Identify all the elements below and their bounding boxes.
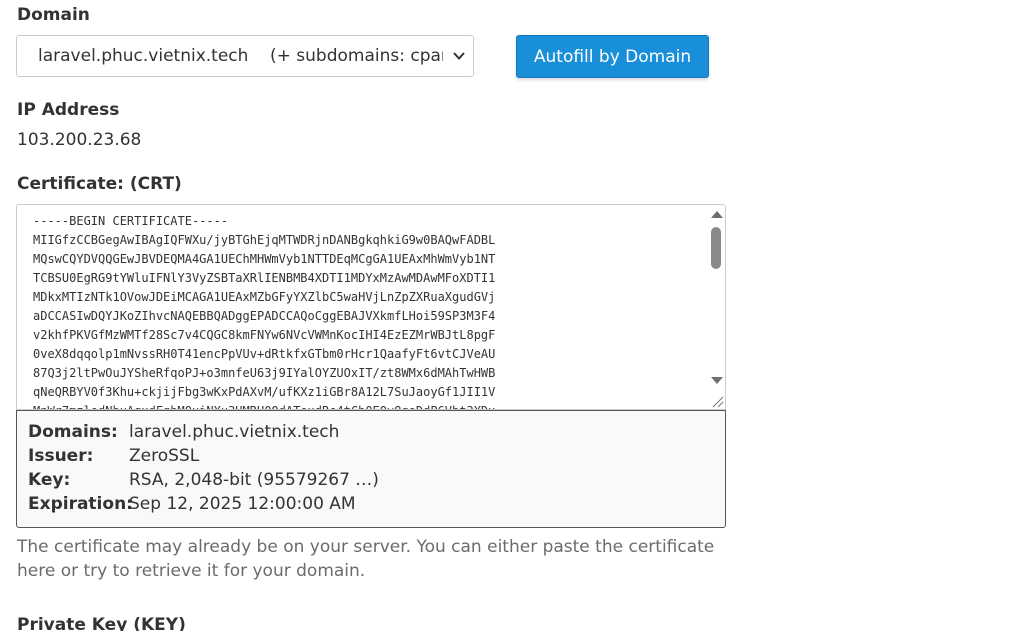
- domain-select[interactable]: laravel.phuc.vietnix.tech (+ subdomains:…: [16, 35, 474, 77]
- chevron-down-icon: [453, 52, 465, 60]
- certificate-info-panel: Domains: laravel.phuc.vietnix.tech Issue…: [16, 410, 726, 528]
- cert-expiration-label: Expiration:: [28, 494, 133, 514]
- ip-address-value: 103.200.23.68: [17, 130, 142, 150]
- certificate-label: Certificate: (CRT): [17, 174, 182, 194]
- scroll-down-arrow-icon[interactable]: [711, 377, 723, 384]
- certificate-scrollbar[interactable]: [708, 205, 725, 409]
- resize-handle-icon[interactable]: [710, 394, 724, 408]
- certificate-textarea[interactable]: -----BEGIN CERTIFICATE----- MIIGfzCCBGeg…: [16, 204, 726, 410]
- cert-issuer-value: ZeroSSL: [129, 446, 200, 466]
- certificate-help-text: The certificate may already be on your s…: [17, 537, 715, 581]
- autofill-by-domain-button[interactable]: Autofill by Domain: [516, 35, 709, 78]
- cert-issuer-label: Issuer:: [28, 446, 94, 466]
- domain-select-value: laravel.phuc.vietnix.tech (+ subdomains:…: [38, 46, 443, 66]
- cert-key-value: RSA, 2,048-bit (95579267 …): [129, 470, 379, 490]
- cert-domains-value: laravel.phuc.vietnix.tech: [129, 422, 340, 442]
- ip-address-label: IP Address: [17, 100, 120, 120]
- scrollbar-thumb[interactable]: [711, 227, 721, 269]
- scroll-up-arrow-icon[interactable]: [711, 211, 723, 218]
- certificate-text: -----BEGIN CERTIFICATE----- MIIGfzCCBGeg…: [33, 214, 496, 409]
- domain-label: Domain: [17, 5, 90, 25]
- cert-key-label: Key:: [28, 470, 71, 490]
- private-key-label: Private Key (KEY): [17, 615, 186, 631]
- cert-domains-label: Domains:: [28, 422, 118, 442]
- cert-expiration-value: Sep 12, 2025 12:00:00 AM: [129, 494, 356, 514]
